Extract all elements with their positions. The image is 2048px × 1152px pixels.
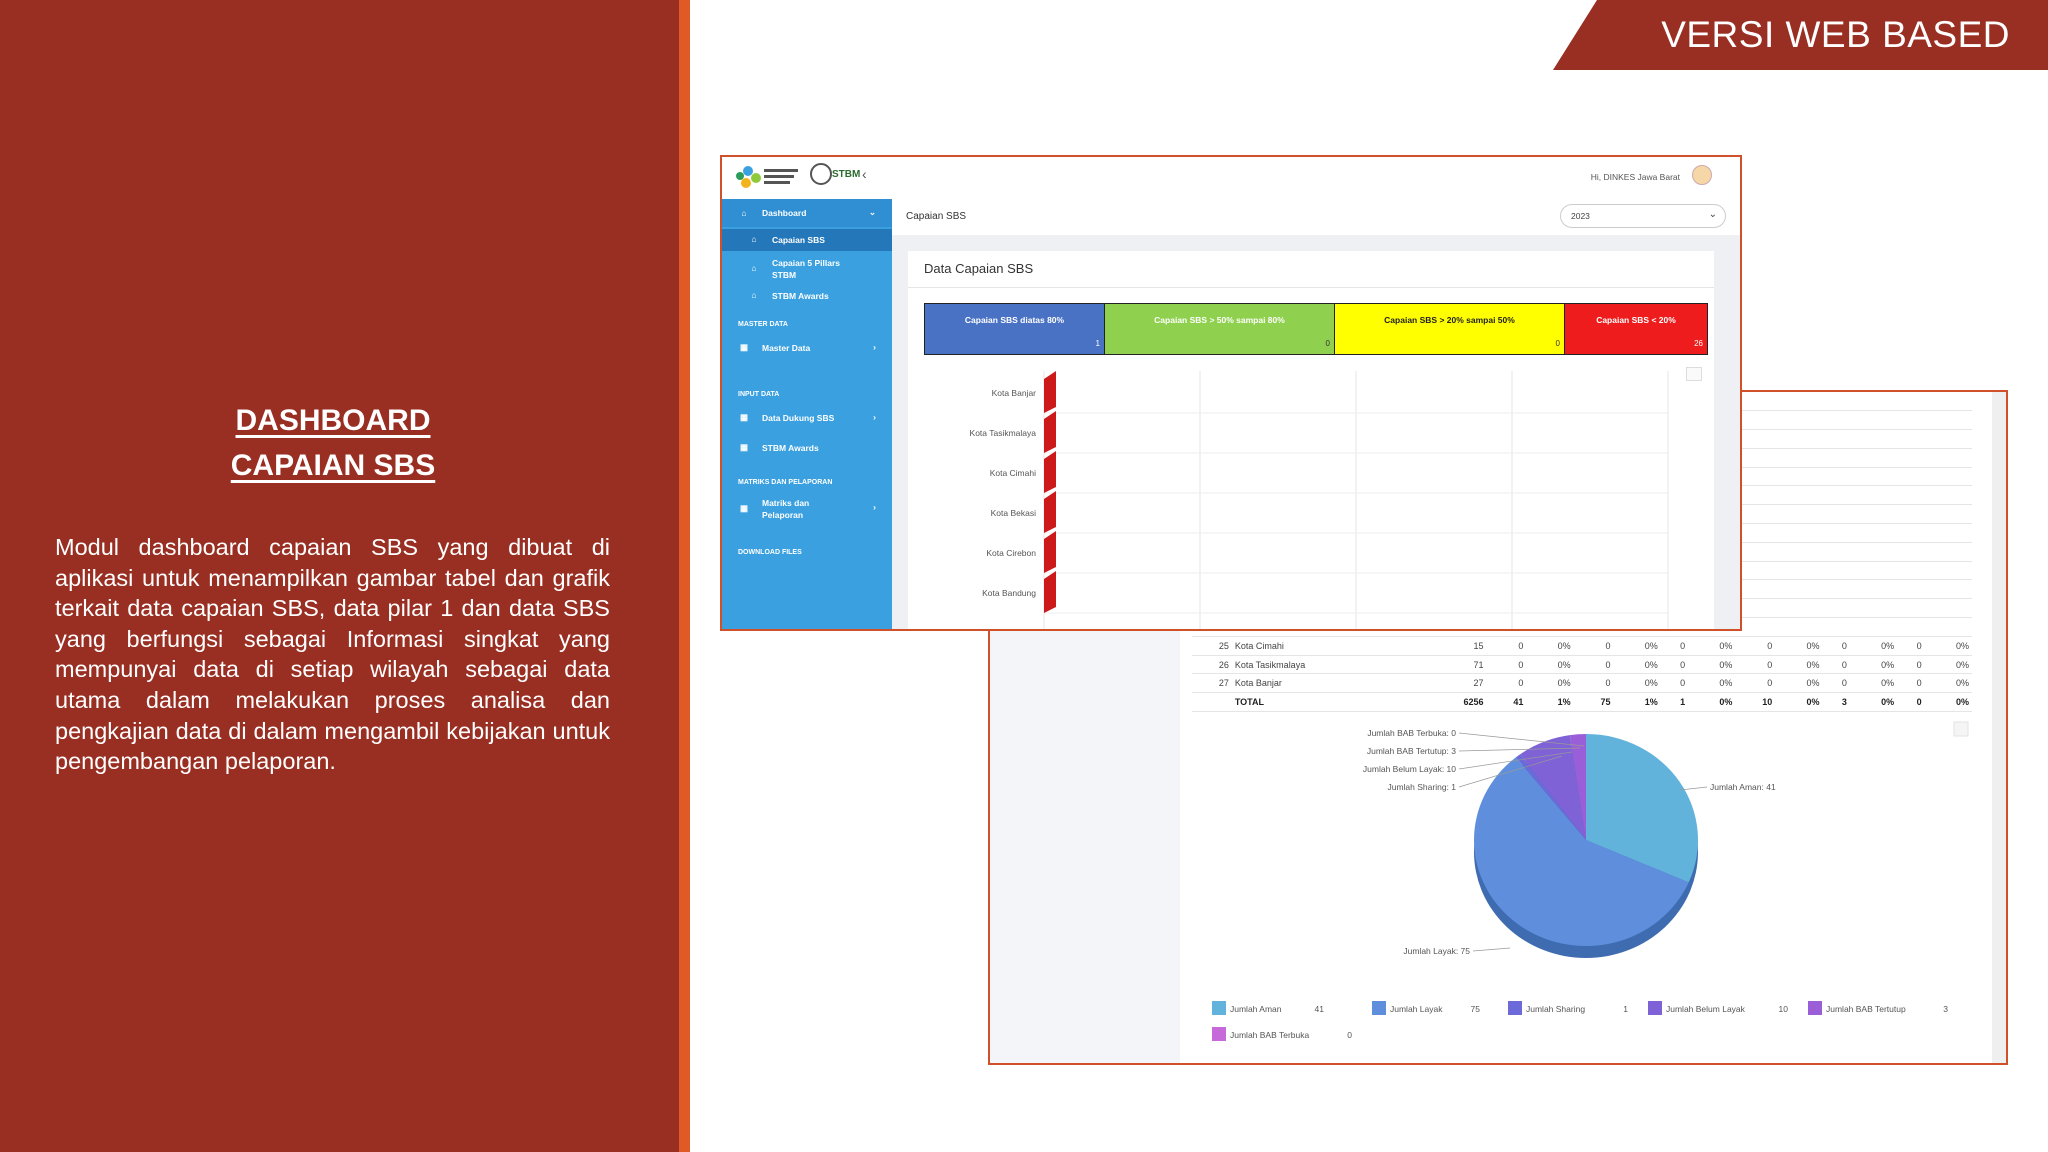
category-label: Kota Tasikmalaya (970, 428, 1037, 438)
category-label: Kota Cimahi (990, 468, 1036, 478)
back-scrollbar[interactable] (1992, 392, 2006, 1063)
callout-label: Jumlah Sharing: 1 (1387, 782, 1456, 792)
callout-line (1472, 947, 1511, 952)
callout-label: Jumlah BAB Terbuka: 0 (1367, 728, 1456, 738)
chevron-right-icon: › (873, 502, 876, 512)
callout-label: Jumlah Aman: 41 (1710, 782, 1776, 792)
legend-value: 1 (1623, 1004, 1628, 1014)
sidebar-item-capaian-5-pillars[interactable]: ⌂ Capaian 5 Pillars STBM (722, 255, 892, 281)
legend-value: 3 (1943, 1004, 1948, 1014)
table-icon: ▦ (739, 342, 749, 352)
slide-description: Modul dashboard capaian SBS yang dibuat … (55, 534, 610, 775)
legend-value: 0 (1347, 1030, 1352, 1040)
category-label: Kota Bekasi (991, 508, 1036, 518)
legend-label: Jumlah Sharing (1526, 1004, 1585, 1014)
home-icon: ⌂ (751, 290, 757, 300)
sidebar-section-master: MASTER DATA (738, 321, 788, 328)
title-line-2: CAPAIAN SBS (230, 449, 436, 482)
legend-label: Jumlah BAB Tertutup (1826, 1004, 1906, 1014)
legend-value: 75 (1471, 1004, 1481, 1014)
bar (1044, 531, 1056, 573)
sidebar-section-download[interactable]: DOWNLOAD FILES (738, 549, 802, 556)
legend-value: 41 (1315, 1004, 1325, 1014)
chevron-down-icon: ⌄ (868, 207, 876, 217)
stbm-logo-text: STBM (832, 169, 861, 180)
table-icon: ▦ (739, 503, 749, 513)
home-icon: ⌂ (751, 263, 757, 273)
year-select-value: 2023 (1571, 211, 1590, 221)
callout-label: Jumlah Belum Layak: 10 (1363, 764, 1456, 774)
legend-swatch (1648, 1001, 1662, 1015)
home-icon: ⌂ (741, 208, 747, 218)
chevron-right-icon: › (873, 342, 876, 352)
category-label: Kota Bandung (982, 588, 1036, 598)
legend-swatch (1212, 1027, 1226, 1041)
table-icon: ▦ (739, 442, 749, 452)
legend-swatch (1212, 1001, 1226, 1015)
callout-label: Jumlah Layak: 75 (1403, 946, 1470, 956)
bar (1044, 491, 1056, 533)
chart-menu-icon (1953, 721, 1969, 737)
bar (1044, 371, 1056, 413)
collapse-sidebar-icon[interactable]: ‹ (862, 166, 867, 182)
category-label: Kota Cirebon (986, 548, 1036, 558)
version-banner-text: VERSI WEB BASED (1661, 14, 2010, 55)
legend-swatch (1508, 1001, 1522, 1015)
legend-label: Jumlah Aman (1230, 1004, 1282, 1014)
data-card: Data Capaian SBS Capaian SBS diatas 80% … (908, 251, 1714, 629)
kemenkes-logo-icon (736, 166, 798, 188)
callout-label: Jumlah BAB Tertutup: 3 (1367, 746, 1456, 756)
legend-swatch (1372, 1001, 1386, 1015)
stbm-logo-icon (810, 163, 832, 185)
sidebar-section-matriks: MATRIKS DAN PELAPORAN (738, 479, 833, 486)
legend-label: Jumlah Layak (1390, 1004, 1443, 1014)
year-select[interactable]: 2023 ⌄ (1560, 204, 1726, 228)
bar (1044, 411, 1056, 453)
sidebar-item-dashboard[interactable]: ⌂ Dashboard ⌄ (722, 199, 892, 227)
accent-stripe (679, 0, 690, 1152)
bar (1044, 571, 1056, 613)
legend-label: Jumlah BAB Terbuka (1230, 1030, 1309, 1040)
sidebar-item-data-dukung[interactable]: ▦ Data Dukung SBS › (722, 409, 892, 429)
slide-title: DASHBOARD CAPAIAN SBS (0, 398, 666, 488)
sidebar-item-stbm-awards[interactable]: ▦ STBM Awards (722, 439, 892, 459)
chevron-right-icon: › (873, 412, 876, 422)
app-header: STBM ‹ Hi, DINKES Jawa Barat (722, 157, 1740, 199)
sidebar-item-capaian-sbs[interactable]: ⌂ Capaian SBS (722, 229, 892, 251)
legend-value: 10 (1779, 1004, 1789, 1014)
sidebar-item-matriks[interactable]: ▦ Matriks dan Pelaporan › (722, 495, 892, 521)
page-header-bar: Capaian SBS 2023 ⌄ (892, 199, 1740, 235)
chevron-down-icon: ⌄ (1708, 209, 1717, 220)
bar-chart: Kota Banjar Kota Tasikmalaya Kota Cimahi Ko… (970, 371, 1669, 629)
sidebar: ⌂ Dashboard ⌄ ⌂ Capaian SBS ⌂ Capaian 5 … (722, 199, 892, 629)
avatar[interactable] (1692, 165, 1712, 185)
callout-line (1679, 786, 1708, 791)
user-greeting: Hi, DINKES Jawa Barat (1590, 172, 1680, 182)
sidebar-item-stbm-awards-sub[interactable]: ⌂ STBM Awards (722, 287, 892, 307)
sidebar-item-master-data[interactable]: ▦ Master Data › (722, 339, 892, 359)
front-screenshot: STBM ‹ Hi, DINKES Jawa Barat ⌂ Dashboard… (720, 155, 1742, 631)
home-icon: ⌂ (751, 234, 757, 244)
content-area: Capaian SBS 2023 ⌄ Data Capaian SBS Capa… (892, 199, 1740, 629)
title-line-1: DASHBOARD (235, 404, 431, 437)
page-title: Capaian SBS (906, 211, 967, 222)
legend-label: Jumlah Belum Layak (1666, 1004, 1746, 1014)
legend-swatch (1808, 1001, 1822, 1015)
table-icon: ▦ (739, 412, 749, 422)
bar (1044, 451, 1056, 493)
category-label: Kota Banjar (992, 388, 1037, 398)
sidebar-section-input: INPUT DATA (738, 391, 780, 398)
